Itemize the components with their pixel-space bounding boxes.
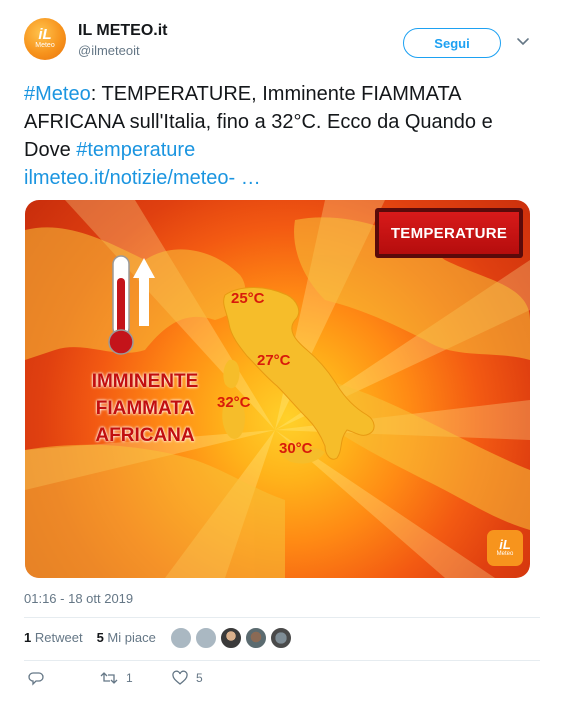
author-avatar[interactable]: iL Meteo [24, 18, 66, 60]
ilmeteo-logo: iL Meteo [487, 530, 523, 566]
reply-icon [28, 672, 44, 686]
like-action[interactable]: 5 [172, 670, 203, 686]
temp-label-center: 27°C [257, 352, 291, 369]
author-name[interactable]: IL METEO.it [78, 22, 167, 40]
headline-line: AFRICANA [95, 425, 195, 446]
tweet-header: iL Meteo IL METEO.it @ilmeteoit Segui [24, 18, 540, 62]
divider [24, 660, 540, 661]
tweet-actions: 1 5 [24, 670, 324, 692]
tweet-media-image[interactable]: TEMPERATURE 25°C 27°C 32°C 30°C IMMINENT… [25, 200, 530, 578]
retweet-stat-label: Retweet [34, 630, 83, 645]
temp-label-south: 30°C [279, 440, 313, 457]
temperature-badge-label: TEMPERATURE [379, 212, 519, 254]
temperature-badge: TEMPERATURE [375, 208, 523, 258]
hashtag-meteo[interactable]: #Meteo [24, 83, 91, 105]
likers-avatars [170, 627, 292, 649]
retweet-count: 1 [126, 671, 133, 685]
headline-line: FIAMMATA [95, 398, 195, 419]
retweet-action[interactable]: 1 [100, 670, 133, 686]
liker-avatar[interactable] [220, 627, 242, 649]
author-handle[interactable]: @ilmeteoit [78, 43, 140, 58]
heart-icon [172, 670, 188, 685]
retweet-icon [100, 672, 118, 684]
divider [24, 617, 540, 618]
liker-avatar[interactable] [245, 627, 267, 649]
follow-button[interactable]: Segui [403, 28, 501, 58]
hashtag-temperature[interactable]: #temperature [76, 139, 195, 161]
retweet-stat-count: 1 [24, 630, 32, 645]
like-stat-count: 5 [96, 630, 104, 645]
avatar-logo-subtext: Meteo [35, 42, 55, 49]
like-stat-label: Mi piace [107, 630, 156, 645]
liker-avatar[interactable] [170, 627, 192, 649]
media-headline: IMMINENTE FIAMMATA AFRICANA [65, 368, 225, 449]
like-stat[interactable]: 5 Mi piace [97, 630, 156, 645]
avatar-logo-text: iL [38, 26, 52, 43]
logo-text: iL [499, 537, 511, 552]
thermometer-icon [108, 255, 134, 355]
liker-avatar[interactable] [270, 627, 292, 649]
like-count: 5 [196, 671, 203, 685]
chevron-down-icon[interactable] [516, 34, 530, 48]
headline-line: IMMINENTE [91, 371, 199, 392]
retweet-stat[interactable]: 1 Retweet [24, 630, 83, 645]
tweet-link[interactable]: ilmeteo.it/notizie/meteo- … [24, 164, 544, 192]
tweet-text: #Meteo: TEMPERATURE, Imminente FIAMMATA … [24, 80, 544, 192]
tweet-timestamp[interactable]: 01:16 - 18 ott 2019 [24, 591, 133, 606]
tweet-stats: 1 Retweet 5 Mi piace [24, 630, 156, 645]
reply-action[interactable] [28, 670, 44, 686]
temp-label-north: 25°C [231, 290, 265, 307]
liker-avatar[interactable] [195, 627, 217, 649]
logo-subtext: Meteo [496, 551, 514, 557]
